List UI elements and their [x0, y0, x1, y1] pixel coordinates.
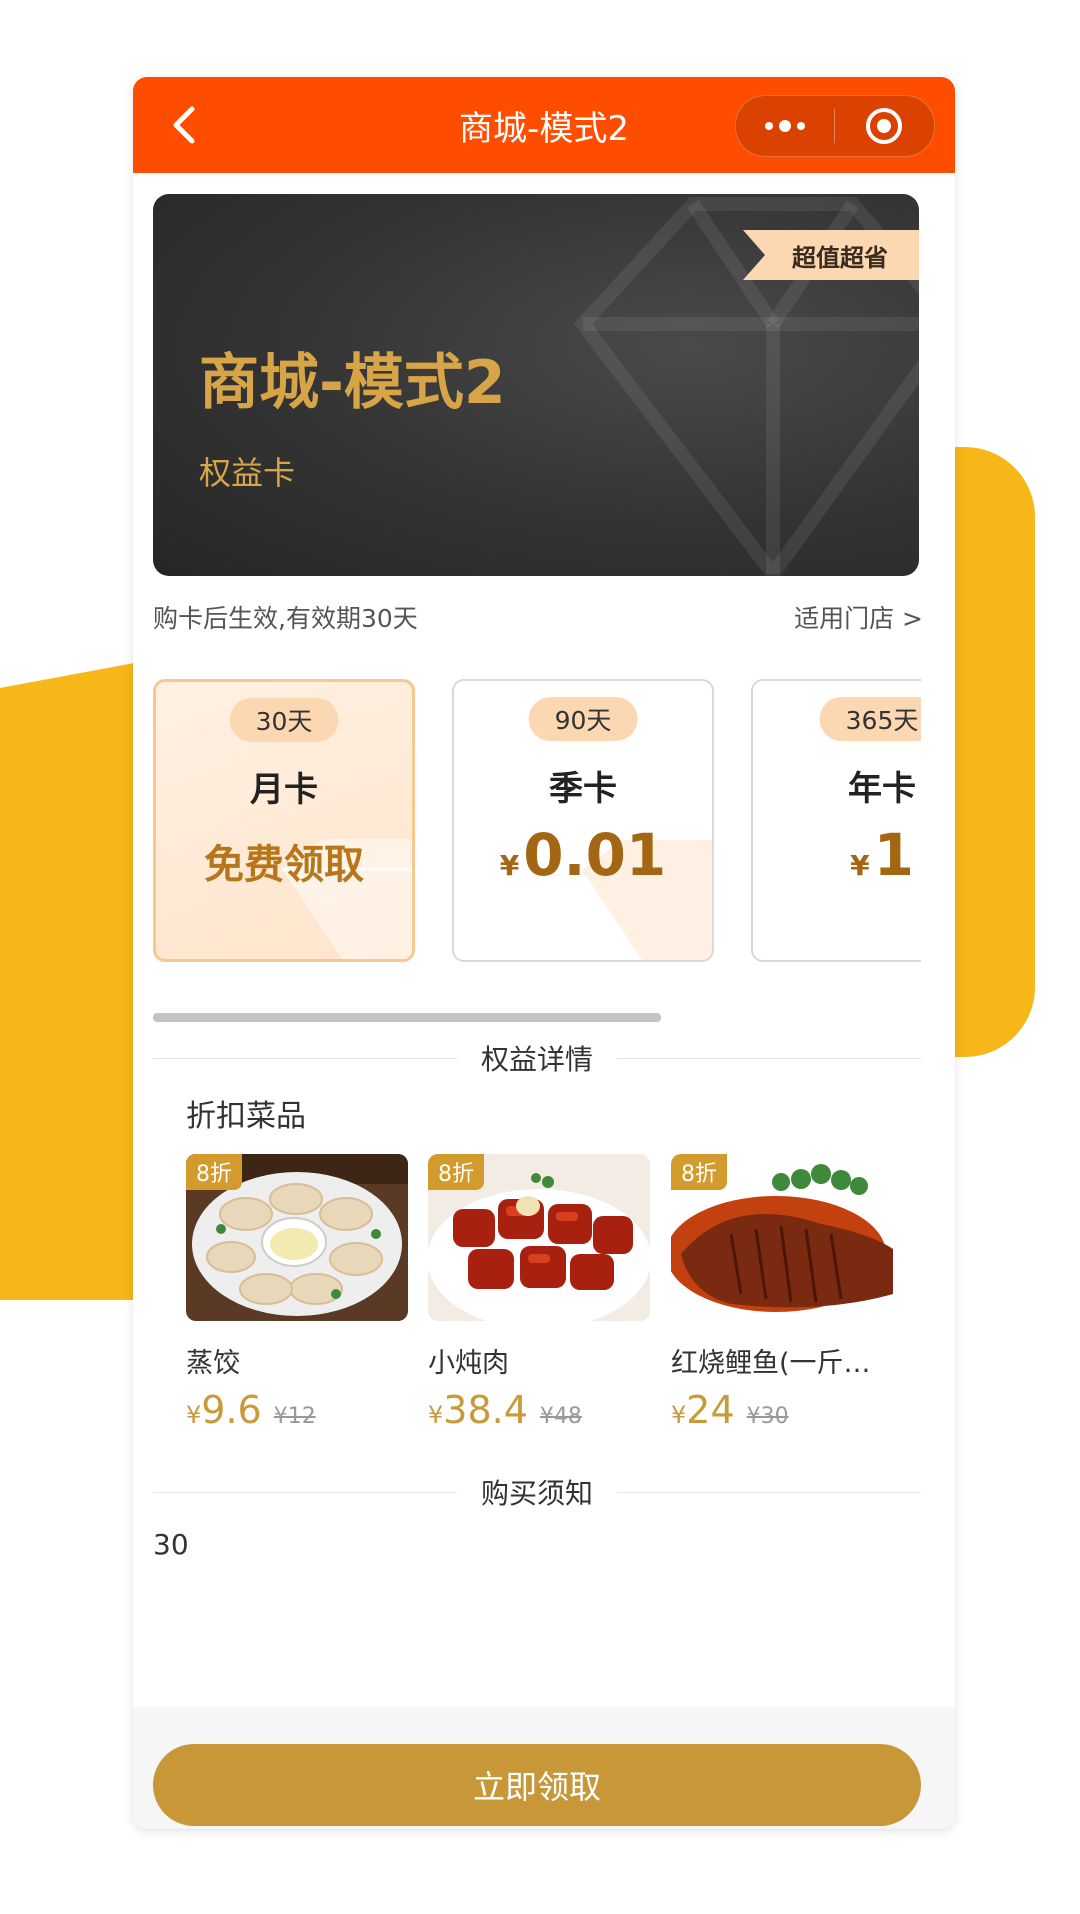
plan-days-badge: 30天 — [229, 698, 339, 742]
discount-dishes-title: 折扣菜品 — [186, 1099, 306, 1134]
price-value: 1 — [873, 821, 914, 889]
card-info-row: 购卡后生效,有效期30天 适用门店 > — [153, 599, 923, 635]
plan-card-monthly[interactable]: 30天 月卡 免费领取 — [153, 679, 415, 962]
discount-tag: 8折 — [428, 1154, 484, 1190]
card-title: 商城-模式2 — [199, 348, 506, 418]
plan-selector: 30天 月卡 免费领取 90天 季卡 ¥0.01 365天 年卡 ¥1 — [153, 679, 921, 974]
divider — [153, 1491, 457, 1493]
plan-card-quarterly[interactable]: 90天 季卡 ¥0.01 — [452, 679, 714, 962]
plan-days-badge: 365天 — [819, 697, 921, 741]
dish-image-dumplings: 8折 — [186, 1154, 408, 1321]
discount-price: 24 — [686, 1388, 735, 1432]
currency-symbol: ¥ — [850, 849, 870, 882]
close-button[interactable] — [835, 96, 933, 156]
plan-name: 年卡 — [848, 769, 916, 809]
mini-program-window: 商城-模式2 超值超省 商城-模式2 权益卡 购卡后生效,有效期30天 适用门店… — [133, 77, 955, 1829]
currency-symbol: ¥ — [186, 1401, 202, 1429]
more-dots-icon — [765, 120, 805, 132]
section-title: 权益详情 — [481, 1043, 594, 1076]
dish-name: 小炖肉 — [428, 1348, 509, 1379]
dish-prices: ¥9.6 ¥12 — [186, 1388, 408, 1432]
horizontal-scrollbar[interactable] — [153, 1013, 661, 1022]
plan-days-badge: 90天 — [528, 697, 638, 741]
divider — [617, 1491, 922, 1493]
navigation-bar: 商城-模式2 — [133, 77, 955, 173]
dish-image-braised-pork: 8折 — [428, 1154, 650, 1321]
dish-prices: ¥38.4 ¥48 — [428, 1388, 650, 1432]
notice-section-header: 购买须知 — [153, 1472, 922, 1512]
dish-item[interactable]: 8折 小炖肉 ¥38.4 ¥48 — [428, 1154, 650, 1432]
membership-card-banner: 超值超省 商城-模式2 权益卡 — [153, 194, 919, 576]
dish-prices: ¥24 ¥30 — [671, 1388, 893, 1432]
section-title: 购买须知 — [481, 1477, 594, 1510]
dish-item[interactable]: 8折 红烧鲤鱼(一斤… ¥24 ¥30 — [671, 1154, 893, 1432]
discount-dish-list: 8折 蒸饺 ¥9.6 ¥12 8折 小炖肉 ¥38.4 ¥48 8折 红烧鲤鱼(… — [186, 1154, 906, 1432]
card-subtitle: 权益卡 — [199, 454, 296, 492]
plan-price: ¥0.01 — [454, 821, 712, 889]
decorative-shape-left — [0, 660, 150, 1300]
currency-symbol: ¥ — [671, 1401, 687, 1429]
dish-item[interactable]: 8折 蒸饺 ¥9.6 ¥12 — [186, 1154, 408, 1432]
discount-tag: 8折 — [186, 1154, 242, 1190]
discount-tag: 8折 — [671, 1154, 727, 1190]
original-price: ¥12 — [273, 1404, 316, 1429]
more-button[interactable] — [736, 96, 834, 156]
plan-name: 月卡 — [250, 770, 318, 810]
plan-card-yearly[interactable]: 365天 年卡 ¥1 — [751, 679, 921, 962]
divider — [617, 1057, 922, 1059]
applicable-stores-link[interactable]: 适用门店 > — [794, 599, 923, 635]
original-price: ¥30 — [746, 1404, 789, 1429]
price-value: 0.01 — [523, 821, 667, 889]
divider — [153, 1057, 457, 1059]
benefits-section-header: 权益详情 — [153, 1038, 922, 1078]
original-price: ¥48 — [539, 1404, 582, 1429]
discount-price: 38.4 — [443, 1388, 528, 1432]
target-circle-icon — [866, 108, 902, 144]
purchase-notice-text: 30 — [153, 1528, 189, 1561]
discount-price: 9.6 — [201, 1388, 262, 1432]
value-badge: 超值超省 — [743, 230, 919, 280]
dish-image-braised-carp: 8折 — [671, 1154, 893, 1321]
dish-name: 红烧鲤鱼(一斤… — [671, 1348, 871, 1379]
dish-name: 蒸饺 — [186, 1348, 240, 1379]
plan-price: ¥1 — [753, 821, 921, 889]
plan-price-free: 免费领取 — [204, 842, 364, 888]
capsule-menu — [735, 95, 935, 157]
validity-text: 购卡后生效,有效期30天 — [153, 604, 418, 633]
currency-symbol: ¥ — [428, 1401, 444, 1429]
currency-symbol: ¥ — [499, 849, 520, 882]
plan-name: 季卡 — [549, 769, 617, 809]
claim-now-button[interactable]: 立即领取 — [153, 1744, 921, 1826]
